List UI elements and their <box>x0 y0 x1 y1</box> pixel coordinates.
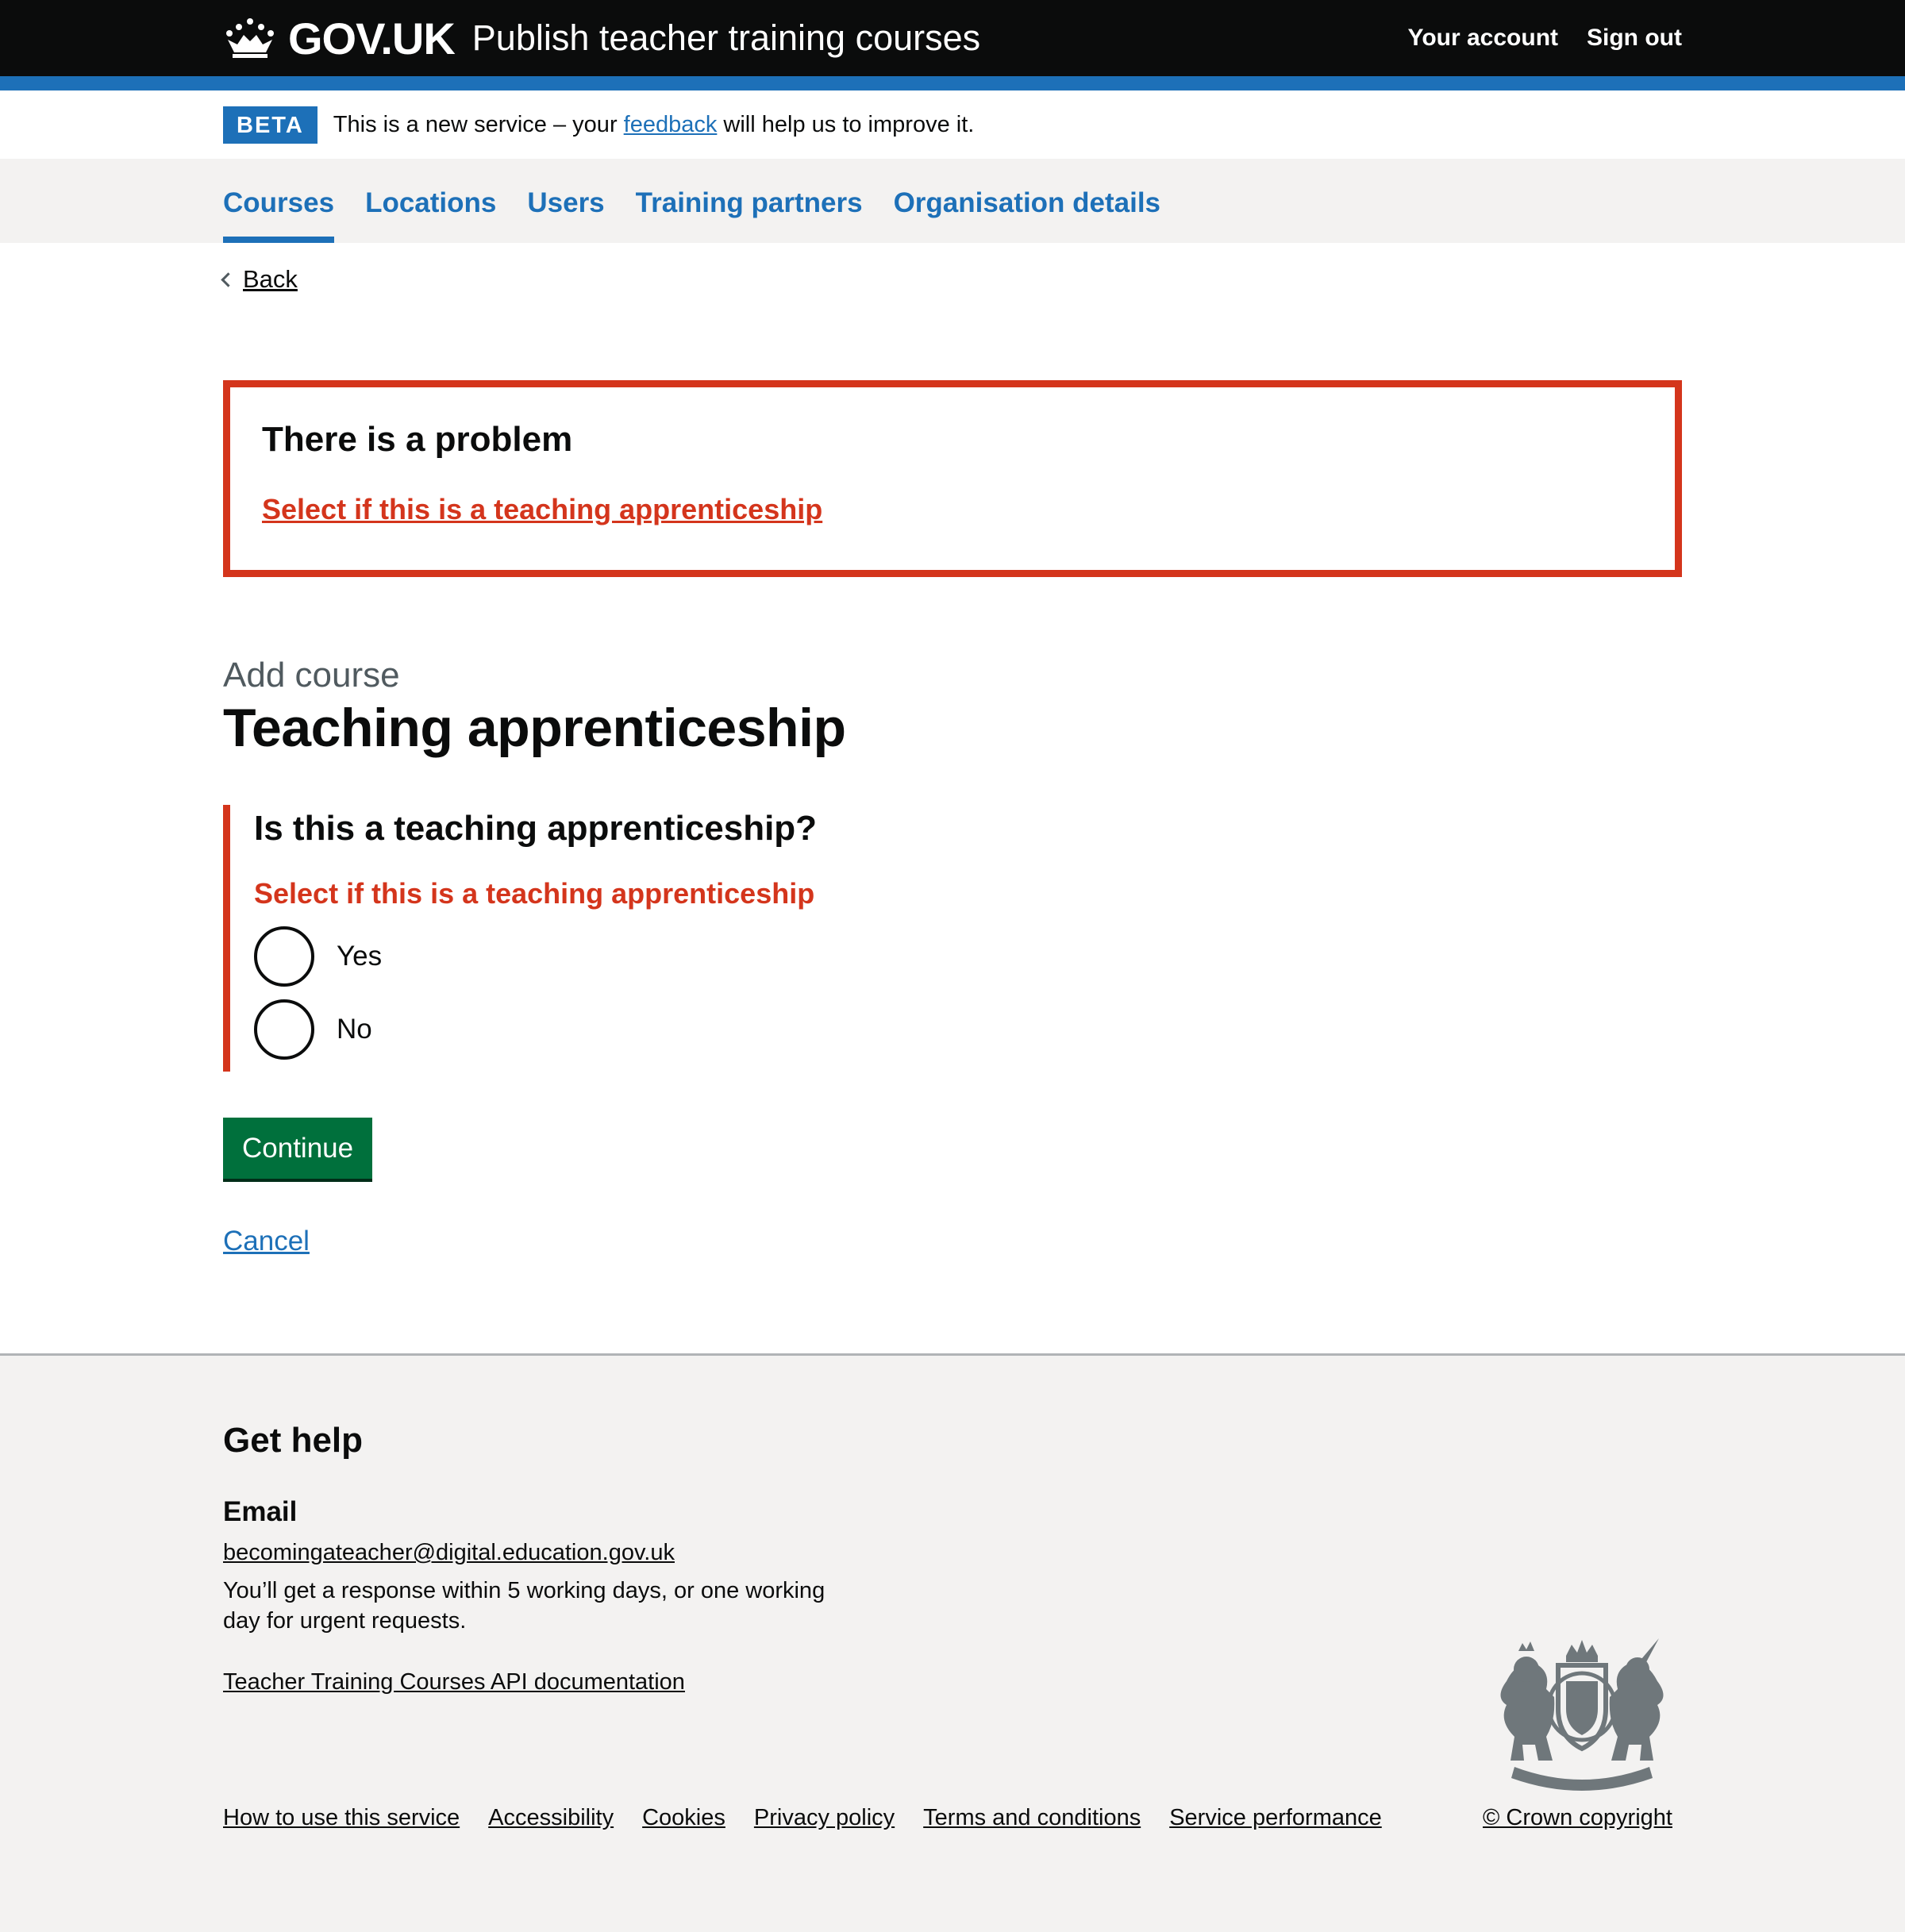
crown-icon <box>226 18 274 58</box>
cancel-link[interactable]: Cancel <box>223 1226 310 1257</box>
question-legend: Is this a teaching apprenticeship? <box>254 809 818 848</box>
error-summary: There is a problem Select if this is a t… <box>223 380 1682 577</box>
footer-email-link[interactable]: becomingateacher@digital.education.gov.u… <box>223 1540 675 1566</box>
beta-text-after: will help us to improve it. <box>717 111 975 137</box>
site-footer: Get help Email becomingateacher@digital.… <box>0 1353 1905 1932</box>
govuk-brand: GOV.UK <box>288 13 456 64</box>
page-caption: Add course <box>223 656 400 695</box>
page-title: Teaching apprenticeship <box>223 698 846 758</box>
header-account-links: Your account Sign out <box>1408 25 1682 52</box>
nav-locations[interactable]: Locations <box>365 159 496 243</box>
beta-text-before: This is a new service – your <box>333 111 624 137</box>
your-account-link[interactable]: Your account <box>1408 25 1558 52</box>
footer-link-how-to-use[interactable]: How to use this service <box>223 1805 460 1831</box>
footer-email-heading: Email <box>223 1496 298 1527</box>
feedback-link[interactable]: feedback <box>624 112 718 137</box>
apprenticeship-radio-group: Is this a teaching apprenticeship? Selec… <box>223 805 937 1072</box>
sign-out-link[interactable]: Sign out <box>1587 25 1682 52</box>
footer-link-privacy-policy[interactable]: Privacy policy <box>754 1805 895 1831</box>
footer-links: How to use this service Accessibility Co… <box>223 1805 1382 1831</box>
continue-button[interactable]: Continue <box>223 1118 373 1179</box>
phase-banner: BETA This is a new service – your feedba… <box>0 90 1905 159</box>
field-error-message: Select if this is a teaching apprentices… <box>254 877 815 910</box>
radio-button-no[interactable] <box>254 999 314 1060</box>
service-name[interactable]: Publish teacher training courses <box>472 17 980 59</box>
primary-navigation: Courses Locations Users Training partner… <box>0 159 1905 243</box>
govuk-logo-link[interactable]: GOV.UK <box>223 13 456 64</box>
radio-option-no[interactable]: No <box>254 999 937 1060</box>
crown-copyright-link[interactable]: © Crown copyright <box>1483 1805 1672 1831</box>
footer-link-accessibility[interactable]: Accessibility <box>488 1805 614 1831</box>
radio-label-yes[interactable]: Yes <box>337 941 382 972</box>
beta-text: This is a new service – your feedback wi… <box>333 112 975 138</box>
beta-tag: BETA <box>223 106 318 144</box>
nav-organisation-details[interactable]: Organisation details <box>894 159 1160 243</box>
site-header: GOV.UK Publish teacher training courses … <box>0 0 1905 90</box>
footer-link-terms[interactable]: Terms and conditions <box>923 1805 1141 1831</box>
back-link-wrapper: Back <box>221 265 298 294</box>
nav-courses[interactable]: Courses <box>223 159 335 243</box>
footer-title: Get help <box>223 1421 364 1460</box>
radio-button-yes[interactable] <box>254 926 314 987</box>
error-summary-link[interactable]: Select if this is a teaching apprentices… <box>262 493 822 526</box>
chevron-left-icon <box>221 271 236 287</box>
nav-users[interactable]: Users <box>527 159 604 243</box>
royal-coat-of-arms-icon <box>1500 1638 1664 1791</box>
nav-training-partners[interactable]: Training partners <box>636 159 863 243</box>
footer-response-text: You’ll get a response within 5 working d… <box>223 1578 826 1634</box>
footer-link-service-performance[interactable]: Service performance <box>1169 1805 1382 1831</box>
back-link[interactable]: Back <box>243 265 298 294</box>
error-summary-title: There is a problem <box>262 420 573 459</box>
radio-option-yes[interactable]: Yes <box>254 926 937 987</box>
footer-link-cookies[interactable]: Cookies <box>642 1805 725 1831</box>
api-documentation-link[interactable]: Teacher Training Courses API documentati… <box>223 1669 685 1695</box>
radio-label-no[interactable]: No <box>337 1014 372 1045</box>
